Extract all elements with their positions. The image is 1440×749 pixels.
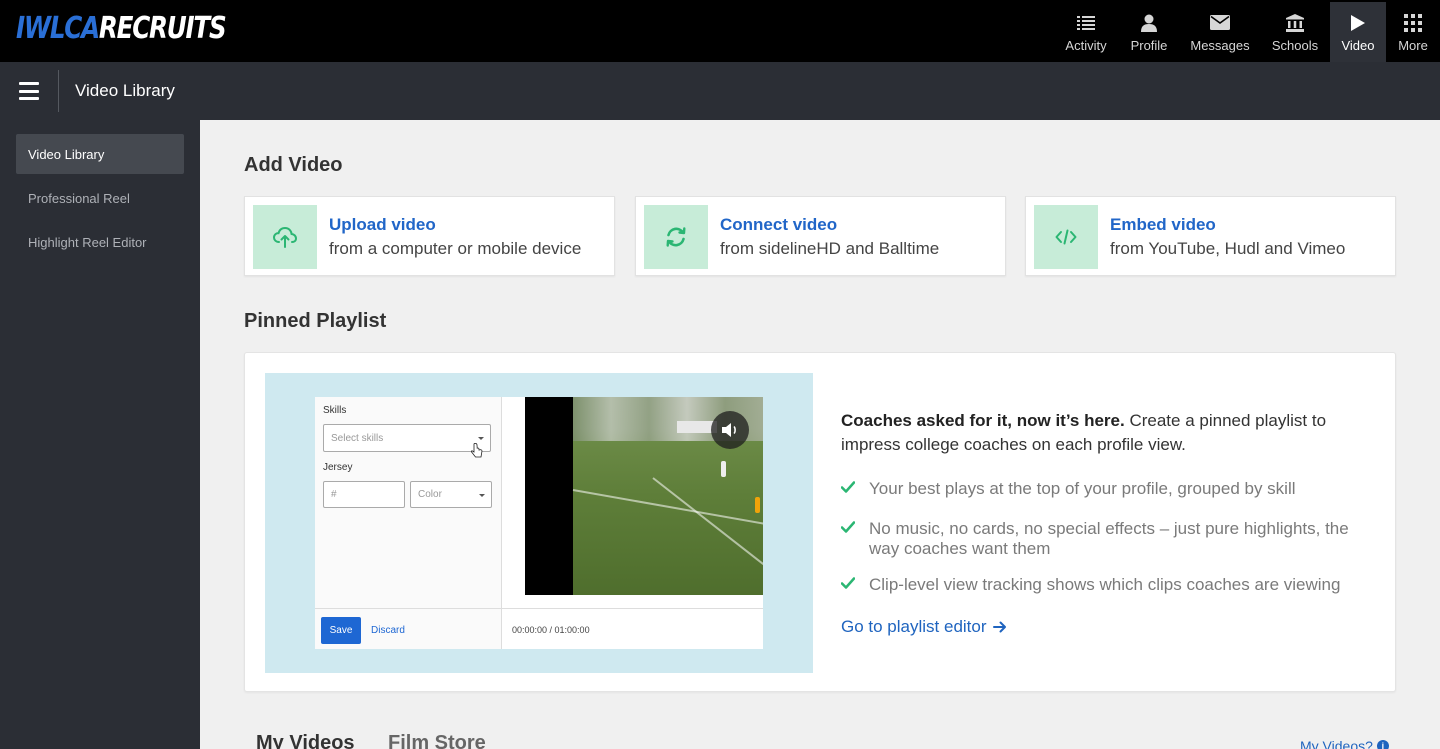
sidebar-item-highlight-reel-editor[interactable]: Highlight Reel Editor (16, 222, 184, 262)
play-icon (1347, 12, 1369, 34)
playlist-editor-link[interactable]: Go to playlist editor (841, 617, 1007, 637)
skills-label: Skills (323, 405, 347, 416)
card-title: Upload video (329, 215, 436, 234)
color-placeholder: Color (418, 489, 442, 500)
playlist-editor-label: Go to playlist editor (841, 617, 987, 636)
pinned-intro: Coaches asked for it, now it’s here. Cre… (841, 409, 1361, 457)
checkmark-icon (841, 481, 855, 493)
top-bar: IWLCA RECRUITS Activity Profile Messages … (0, 0, 1440, 62)
card-subtitle: from sidelineHD and Balltime (720, 239, 940, 258)
preview-timestamp: 00:00:00 / 01:00:00 (512, 625, 590, 635)
nav-activity[interactable]: Activity (1054, 2, 1118, 62)
upload-video-card[interactable]: Upload video from a computer or mobile d… (244, 196, 615, 276)
feature-text: Your best plays at the top of your profi… (869, 479, 1296, 498)
bank-icon (1284, 12, 1306, 34)
brand-logo[interactable]: IWLCA RECRUITS (16, 10, 227, 46)
feature-text: Clip-level view tracking shows which cli… (869, 575, 1341, 594)
tab-my-videos[interactable]: My Videos (256, 732, 355, 749)
checkmark-icon (841, 521, 855, 533)
grid-icon (1402, 12, 1424, 34)
main-nav: Activity Profile Messages Schools Video (1054, 2, 1440, 62)
feature-bullet: Clip-level view tracking shows which cli… (841, 575, 1381, 595)
jersey-color-select: Color (410, 481, 492, 508)
logo-text-primary: IWLCA (16, 10, 100, 46)
checkmark-icon (841, 577, 855, 589)
preview-discard-link: Discard (371, 625, 405, 636)
preview-footer: Save Discard 00:00:00 / 01:00:00 (315, 608, 763, 649)
help-link-label: My Videos? (1300, 738, 1373, 749)
preview-mockup: Skills Select skills Jersey # Color Save… (315, 397, 763, 649)
nav-video[interactable]: Video (1330, 2, 1386, 62)
card-title: Connect video (720, 215, 838, 234)
sidebar-item-professional-reel[interactable]: Professional Reel (16, 178, 184, 218)
pointer-cursor-icon (471, 443, 483, 458)
nav-messages[interactable]: Messages (1180, 2, 1260, 62)
card-subtitle: from a computer or mobile device (329, 239, 582, 258)
feature-text: No music, no cards, no special effects –… (869, 519, 1349, 558)
nav-label: Profile (1130, 37, 1168, 53)
card-subtitle: from YouTube, Hudl and Vimeo (1110, 239, 1346, 258)
page-title: Video Library (75, 81, 175, 100)
card-title: Embed video (1110, 215, 1216, 234)
divider (58, 70, 59, 112)
sidebar-item-label: Professional Reel (28, 190, 130, 206)
menu-icon[interactable] (19, 82, 39, 100)
skills-select: Select skills (323, 424, 491, 452)
feature-bullet: Your best plays at the top of your profi… (841, 479, 1381, 499)
preview-save-button: Save (321, 617, 361, 644)
info-icon: i (1376, 740, 1389, 749)
jersey-number-field: # (323, 481, 405, 508)
nav-label: More (1398, 37, 1428, 53)
pinned-intro-bold: Coaches asked for it, now it’s here. (841, 411, 1125, 430)
sidebar-item-video-library[interactable]: Video Library (16, 134, 184, 174)
nav-label: Schools (1271, 37, 1319, 53)
number-placeholder: # (331, 489, 337, 500)
code-icon (1034, 205, 1098, 269)
connect-video-card[interactable]: Connect video from sidelineHD and Ballti… (635, 196, 1006, 276)
sidebar: Video Library Professional Reel Highligh… (0, 120, 200, 749)
logo-text-secondary: RECRUITS (98, 10, 227, 46)
nav-schools[interactable]: Schools (1260, 2, 1330, 62)
pinned-playlist-heading: Pinned Playlist (244, 310, 387, 332)
list-icon (1075, 12, 1097, 34)
nav-profile[interactable]: Profile (1118, 2, 1180, 62)
sidebar-item-label: Video Library (28, 146, 105, 162)
cloud-upload-icon (253, 205, 317, 269)
embed-video-card[interactable]: Embed video from YouTube, Hudl and Vimeo (1025, 196, 1396, 276)
nav-more[interactable]: More (1386, 2, 1440, 62)
my-videos-help-link[interactable]: My Videos? i (1300, 738, 1389, 749)
skills-placeholder: Select skills (331, 432, 384, 444)
nav-label: Messages (1190, 37, 1250, 53)
jersey-label: Jersey (323, 462, 353, 473)
tab-film-store[interactable]: Film Store (388, 732, 486, 749)
sidebar-item-label: Highlight Reel Editor (28, 234, 147, 250)
volume-icon (711, 411, 749, 449)
nav-label: Activity (1065, 37, 1107, 53)
envelope-icon (1209, 12, 1231, 34)
nav-label: Video (1341, 37, 1375, 53)
pinned-playlist-card: Skills Select skills Jersey # Color Save… (244, 352, 1396, 692)
sync-icon (644, 205, 708, 269)
add-video-heading: Add Video (244, 154, 343, 176)
arrow-right-icon (992, 621, 1006, 633)
sub-header: Video Library (0, 62, 1440, 120)
playlist-preview: Skills Select skills Jersey # Color Save… (265, 373, 813, 673)
person-icon (1138, 12, 1160, 34)
feature-bullet: No music, no cards, no special effects –… (841, 519, 1381, 559)
preview-video (525, 397, 763, 595)
